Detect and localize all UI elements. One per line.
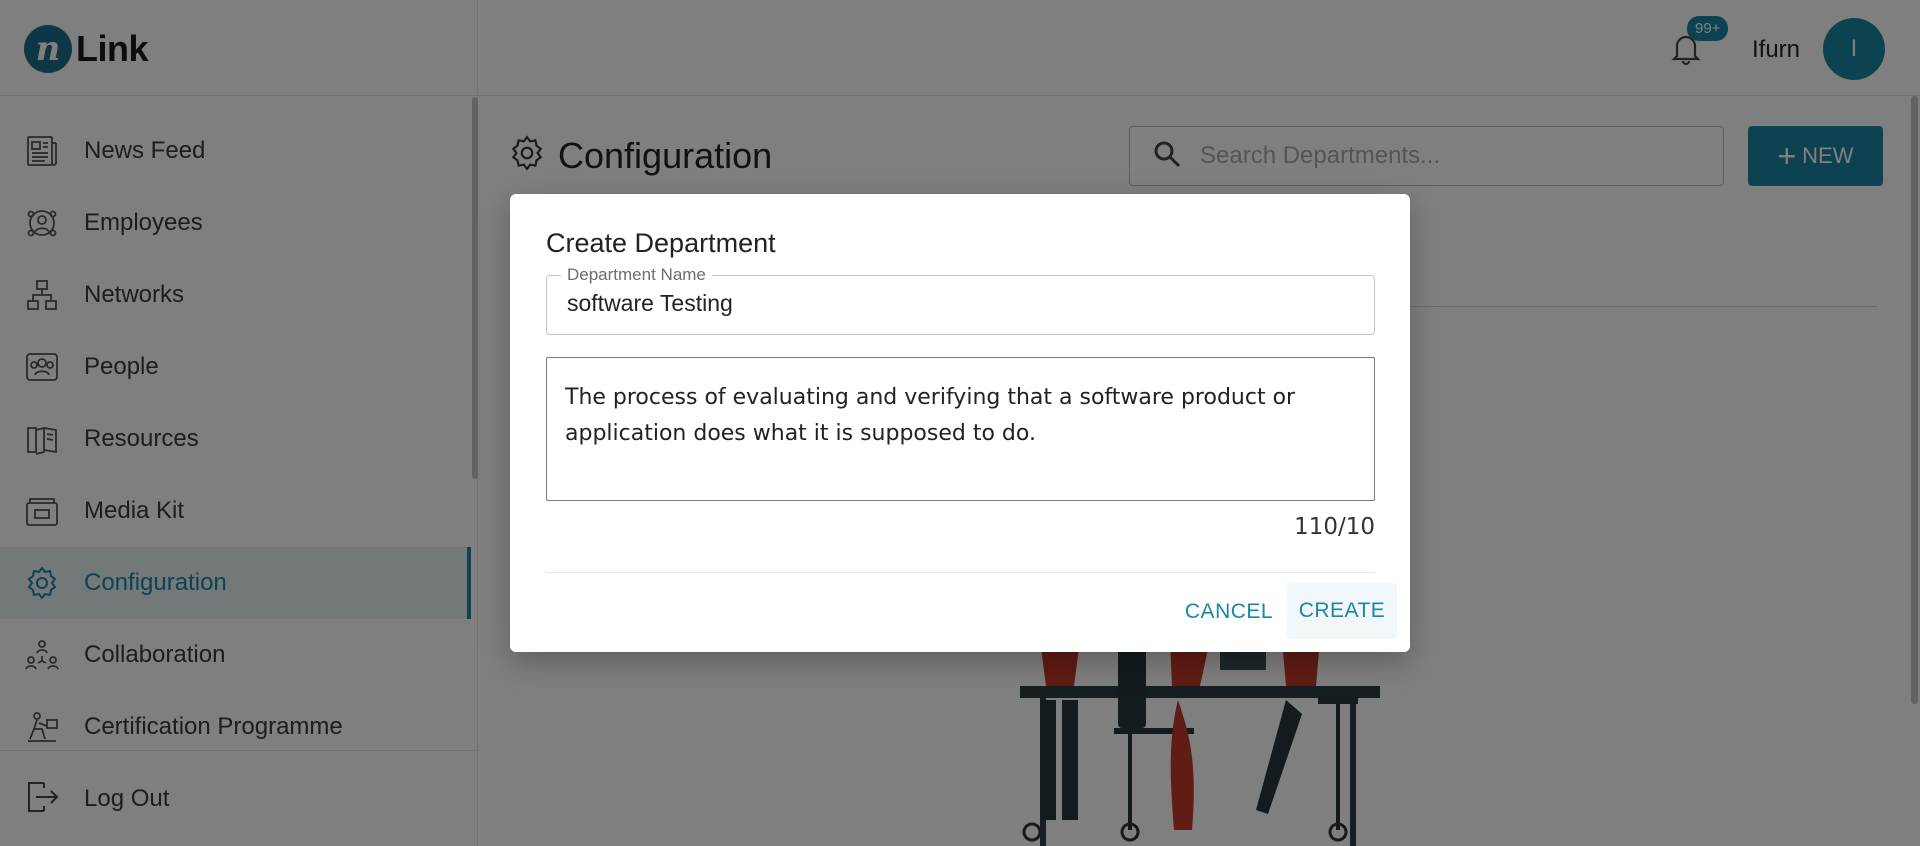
description-field[interactable]: The process of evaluating and verifying … [546, 357, 1375, 501]
dialog-divider [546, 572, 1375, 573]
cancel-button[interactable]: CANCEL [1164, 586, 1294, 638]
dialog-title: Create Department [546, 228, 776, 258]
create-button[interactable]: CREATE [1287, 583, 1397, 639]
department-name-input[interactable] [567, 290, 1347, 317]
department-name-field[interactable]: Department Name [546, 265, 1375, 335]
character-count: 110/10 [1294, 514, 1375, 540]
create-department-dialog: Create Department Department Name The pr… [510, 194, 1410, 652]
description-textarea[interactable]: The process of evaluating and verifying … [565, 380, 1355, 490]
department-name-label: Department Name [561, 265, 712, 285]
